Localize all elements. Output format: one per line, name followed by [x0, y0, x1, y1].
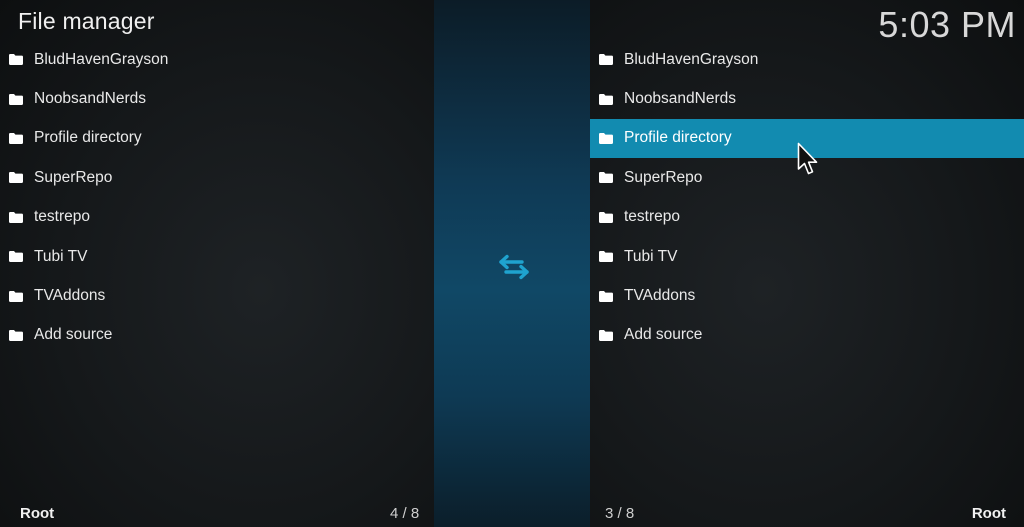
list-item[interactable]: Profile directory — [0, 119, 434, 158]
left-footer-path: Root — [20, 505, 55, 522]
list-item-label: BludHavenGrayson — [34, 50, 169, 68]
list-item[interactable]: BludHavenGrayson — [0, 40, 434, 79]
list-item[interactable]: TVAddons — [590, 276, 1024, 315]
folder-icon — [599, 329, 613, 341]
list-item[interactable]: Tubi TV — [590, 237, 1024, 276]
list-item-label: TVAddons — [624, 287, 696, 305]
list-item-label: Profile directory — [34, 129, 142, 147]
folder-icon — [599, 290, 613, 302]
left-footer-count: 4 / 8 — [390, 505, 420, 522]
list-item[interactable]: Tubi TV — [0, 237, 434, 276]
list-item[interactable]: Add source — [590, 316, 1024, 355]
right-footer-count: 3 / 8 — [605, 505, 635, 522]
right-footer-path: Root — [971, 505, 1006, 522]
list-item-label: Tubi TV — [34, 247, 88, 265]
list-item-label: Profile directory — [624, 129, 732, 147]
folder-icon — [599, 54, 613, 66]
right-file-list: BludHavenGrayson NoobsandNerds Profile d… — [590, 40, 1024, 355]
folder-icon — [599, 211, 613, 223]
list-item-label: testrepo — [624, 208, 681, 226]
list-item[interactable]: testrepo — [590, 198, 1024, 237]
folder-icon — [599, 251, 613, 263]
list-item[interactable]: TVAddons — [0, 276, 434, 315]
folder-icon — [599, 93, 613, 105]
folder-icon — [9, 329, 23, 341]
mouse-pointer-icon — [797, 142, 818, 175]
left-file-list: BludHavenGrayson NoobsandNerds Profile d… — [0, 40, 434, 355]
folder-icon — [9, 93, 23, 105]
folder-icon — [9, 211, 23, 223]
list-item-label: NoobsandNerds — [624, 90, 737, 108]
list-item-label: Add source — [624, 326, 703, 344]
list-item-label: SuperRepo — [624, 168, 703, 186]
list-item-label: testrepo — [34, 208, 91, 226]
list-item[interactable]: BludHavenGrayson — [590, 40, 1024, 79]
folder-icon — [9, 54, 23, 66]
list-item-label: NoobsandNerds — [34, 90, 147, 108]
list-item-label: SuperRepo — [34, 168, 113, 186]
list-item-label: Tubi TV — [624, 247, 678, 265]
folder-icon — [599, 172, 613, 184]
list-item[interactable]: testrepo — [0, 198, 434, 237]
list-item[interactable]: NoobsandNerds — [0, 79, 434, 118]
folder-icon — [9, 132, 23, 144]
folder-icon — [9, 290, 23, 302]
folder-icon — [9, 172, 23, 184]
page-title: File manager — [18, 8, 155, 34]
list-item-label: TVAddons — [34, 287, 106, 305]
swap-arrows-icon[interactable] — [497, 254, 531, 280]
list-item[interactable]: Add source — [0, 316, 434, 355]
list-item[interactable]: NoobsandNerds — [590, 79, 1024, 118]
list-item-label: Add source — [34, 326, 113, 344]
list-item[interactable]: SuperRepo — [0, 158, 434, 197]
list-item-label: BludHavenGrayson — [624, 50, 759, 68]
folder-icon — [9, 251, 23, 263]
folder-icon — [599, 132, 613, 144]
